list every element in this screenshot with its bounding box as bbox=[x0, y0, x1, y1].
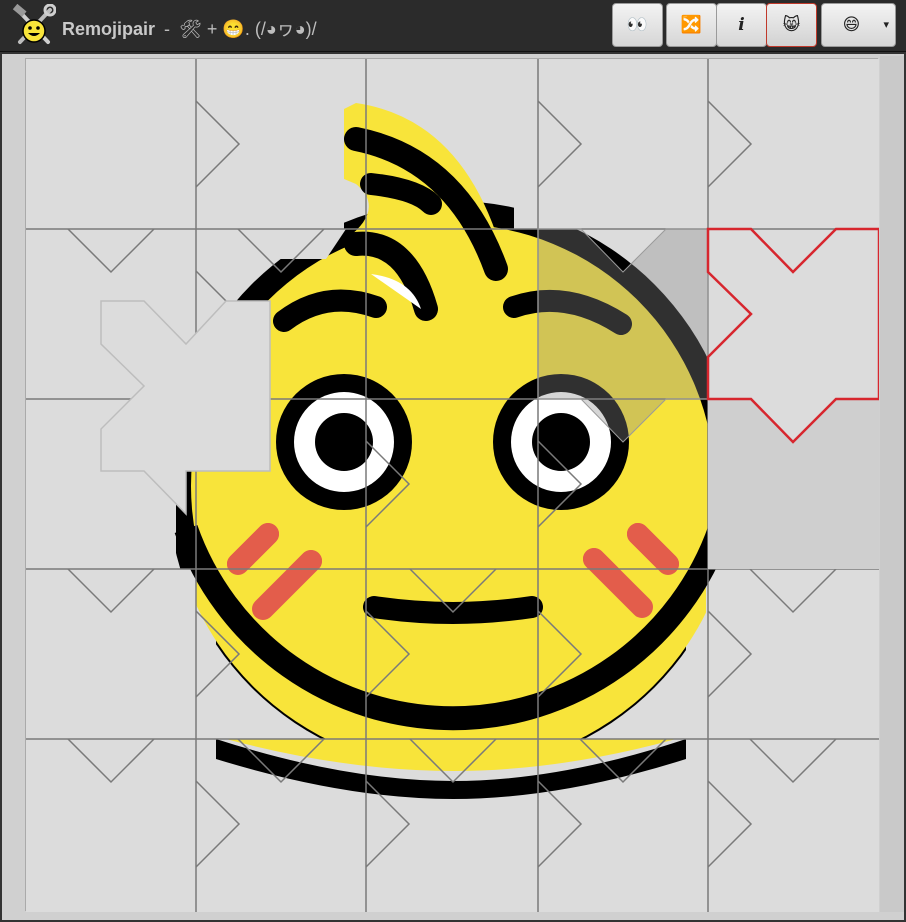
wrench-hammer-emoji-logo-icon bbox=[12, 4, 56, 44]
puzzle-board[interactable] bbox=[25, 58, 879, 912]
title-separator: - bbox=[164, 19, 171, 39]
cat-mode-button[interactable]: 😸 bbox=[766, 3, 817, 47]
empty-slot-bottom-left bbox=[26, 739, 216, 912]
puzzle-canvas[interactable] bbox=[26, 59, 879, 912]
chevron-down-icon: ▾ bbox=[883, 19, 889, 31]
info-button[interactable]: i bbox=[716, 3, 767, 47]
info-icon: i bbox=[738, 15, 745, 35]
app-title: Remojipair - 🛠 + 😁. (/◕ヮ◕)/ bbox=[62, 15, 317, 41]
emoji-select-button[interactable]: 😄 ▾ bbox=[821, 3, 896, 47]
board-scrollbar[interactable] bbox=[880, 56, 904, 912]
top-bar: Remojipair - 🛠 + 😁. (/◕ヮ◕)/ 👀 🔀 i 😸 😄 ▾ bbox=[0, 0, 906, 52]
smiley-icon: 😄 bbox=[842, 15, 861, 35]
app-logo bbox=[12, 4, 56, 48]
eyes-icon: 👀 bbox=[626, 15, 649, 35]
app-name: Remojipair bbox=[62, 19, 156, 39]
cat-face-icon: 😸 bbox=[782, 15, 801, 35]
app-subtitle: 🛠 + 😁. (/◕ヮ◕)/ bbox=[179, 19, 317, 39]
shuffle-icon: 🔀 bbox=[680, 15, 703, 35]
preview-button[interactable]: 👀 bbox=[612, 3, 663, 47]
shuffle-button[interactable]: 🔀 bbox=[666, 3, 717, 47]
